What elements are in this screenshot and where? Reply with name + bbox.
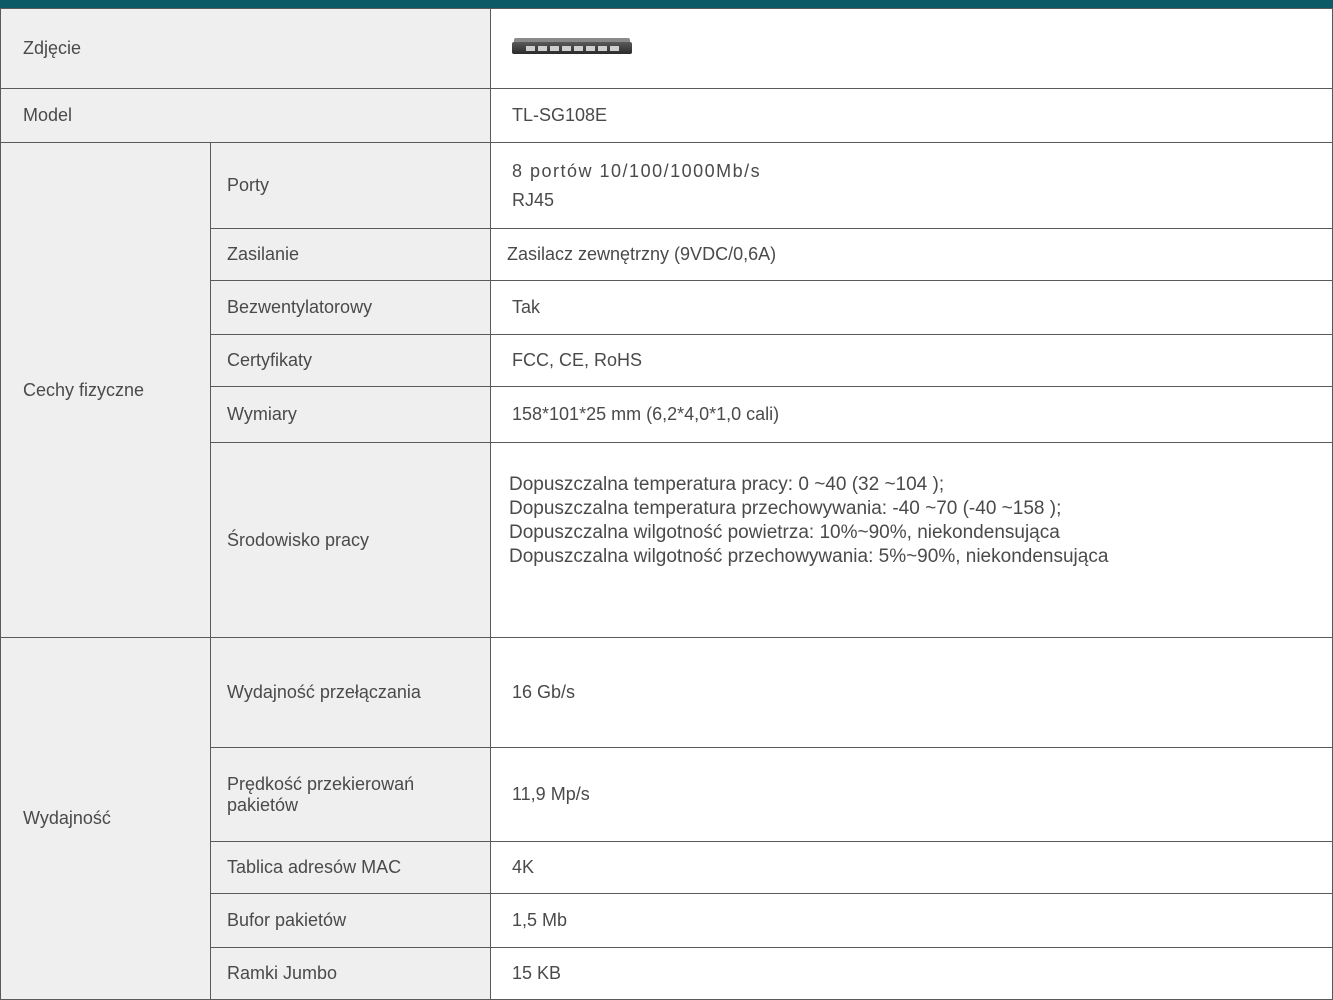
model-value: TL-SG108E <box>490 88 1333 143</box>
ports-value-line2: RJ45 <box>512 189 555 210</box>
dimensions-value: 158*101*25 mm (6,2*4,0*1,0 cali) <box>490 386 1333 443</box>
photo-label: Zdjęcie <box>0 8 491 89</box>
environment-value: Dopuszczalna temperatura pracy: 0 ~40 (3… <box>490 442 1333 638</box>
environment-line: Dopuszczalna temperatura przechowywania:… <box>509 498 1062 519</box>
table-row-ports: Cechy fizyczne Porty 8 portów 10/100/100… <box>0 142 1333 638</box>
fanless-label: Bezwentylatorowy <box>210 280 491 335</box>
forwarding-label: Prędkość przekierowań pakietów <box>210 747 491 842</box>
buffer-value: 1,5 Mb <box>490 893 1333 948</box>
spec-table: Zdjęcie Model TL-SG108E Cechy fizyczne P… <box>0 8 1333 1000</box>
group-label-performance: Wydajność <box>0 637 211 1000</box>
jumbo-value: 15 KB <box>490 947 1333 1000</box>
dimensions-label: Wymiary <box>210 386 491 443</box>
photo-cell <box>490 8 1333 89</box>
ports-value: 8 portów 10/100/1000Mb/s RJ45 <box>490 142 1333 229</box>
group-label-physical: Cechy fizyczne <box>0 142 211 638</box>
mac-label: Tablica adresów MAC <box>210 841 491 894</box>
model-label: Model <box>0 88 491 143</box>
network-switch-image <box>512 38 632 58</box>
environment-line: Dopuszczalna temperatura pracy: 0 ~40 (3… <box>509 474 945 495</box>
power-label: Zasilanie <box>210 228 491 281</box>
fanless-value: Tak <box>490 280 1333 335</box>
environment-line: Dopuszczalna wilgotność powietrza: 10%~9… <box>509 522 1060 543</box>
switching-value: 16 Gb/s <box>490 637 1333 748</box>
ports-value-line1: 8 portów 10/100/1000Mb/s <box>512 160 762 181</box>
jumbo-label: Ramki Jumbo <box>210 947 491 1000</box>
table-row-switching: Wydajność Wydajność przełączania 16 Gb/s <box>0 637 1333 1000</box>
buffer-label: Bufor pakietów <box>210 893 491 948</box>
table-row-model: Model TL-SG108E <box>0 88 1333 143</box>
power-value: Zasilacz zewnętrzny (9VDC/0,6A) <box>490 228 1333 281</box>
certificates-label: Certyfikaty <box>210 334 491 387</box>
table-row-photo: Zdjęcie <box>0 8 1333 89</box>
mac-value: 4K <box>490 841 1333 894</box>
switching-label: Wydajność przełączania <box>210 637 491 748</box>
environment-line: Dopuszczalna wilgotność przechowywania: … <box>509 546 1109 567</box>
certificates-value: FCC, CE, RoHS <box>490 334 1333 387</box>
forwarding-value: 11,9 Mp/s <box>490 747 1333 842</box>
header-bar <box>0 0 1333 8</box>
environment-label: Środowisko pracy <box>210 442 491 638</box>
ports-label: Porty <box>210 142 491 229</box>
